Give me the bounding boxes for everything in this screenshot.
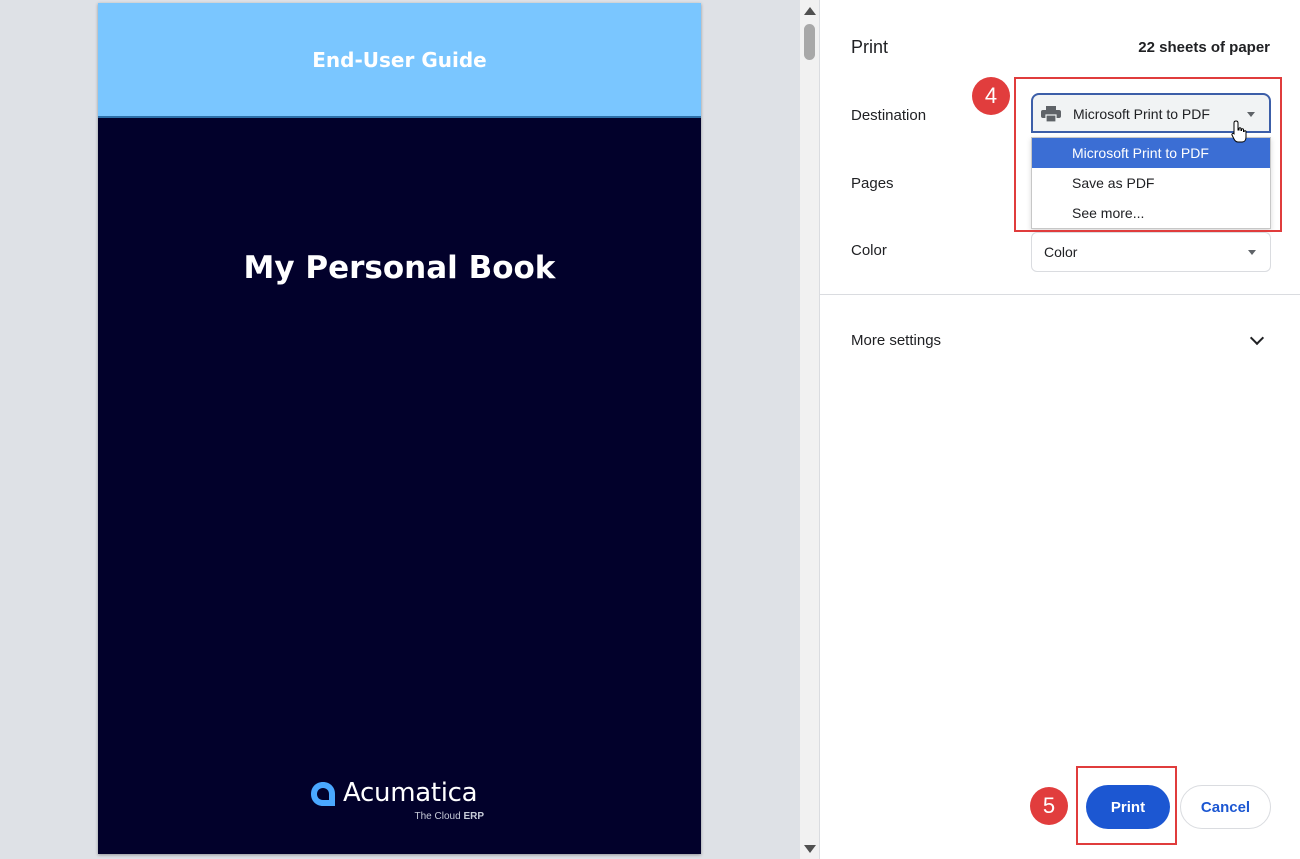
- scroll-down-arrow-icon[interactable]: [804, 845, 816, 853]
- logo-name: Acumatica: [343, 778, 478, 808]
- book-title: My Personal Book: [243, 250, 556, 286]
- acumatica-logo: Acumatica The Cloud ERP: [310, 778, 490, 828]
- color-select[interactable]: Color: [1031, 232, 1271, 272]
- panel-title: Print: [851, 37, 889, 57]
- logo-tagline-bold: ERP: [463, 811, 484, 822]
- destination-highlight-box: [1014, 77, 1282, 232]
- hand-cursor-icon: [1231, 120, 1247, 143]
- cancel-button[interactable]: Cancel: [1180, 785, 1271, 829]
- print-highlight-box: [1076, 766, 1177, 845]
- logo-tagline: The Cloud ERP: [415, 811, 484, 822]
- logo-tagline-prefix: The Cloud: [414, 811, 461, 822]
- caret-down-icon: [1248, 250, 1256, 255]
- preview-scrollbar[interactable]: [800, 0, 819, 859]
- page-header-text: End-User Guide: [312, 47, 487, 72]
- page-header-band: End-User Guide: [98, 3, 701, 118]
- color-value: Color: [1044, 244, 1078, 260]
- sheet-count: 22 sheets of paper: [1138, 39, 1270, 56]
- chevron-down-icon[interactable]: [1249, 330, 1265, 346]
- print-preview-area: End-User Guide My Personal Book Acumatic…: [0, 0, 800, 859]
- scroll-thumb[interactable]: [804, 24, 815, 60]
- divider: [820, 294, 1300, 295]
- color-label: Color: [851, 242, 887, 259]
- step-badge-5: 5: [1030, 787, 1068, 825]
- acumatica-logo-mark-icon: [311, 782, 335, 806]
- destination-label: Destination: [851, 107, 927, 124]
- scroll-up-arrow-icon[interactable]: [804, 7, 816, 15]
- pages-label: Pages: [851, 175, 894, 192]
- more-settings-toggle[interactable]: More settings: [851, 332, 941, 349]
- step-badge-4: 4: [972, 77, 1010, 115]
- preview-page: End-User Guide My Personal Book Acumatic…: [98, 3, 701, 854]
